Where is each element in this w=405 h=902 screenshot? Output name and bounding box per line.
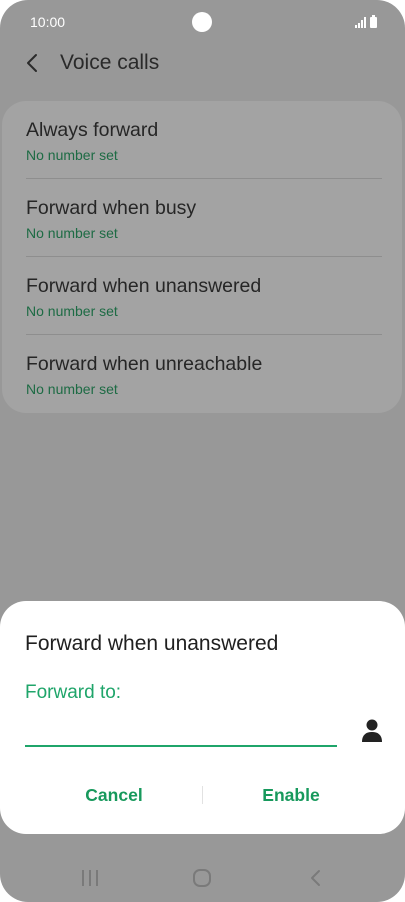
back-arrow-icon[interactable] — [22, 52, 44, 74]
option-forward-when-unreachable[interactable]: Forward when unreachable No number set — [26, 335, 382, 413]
enable-button[interactable]: Enable — [191, 779, 391, 811]
camera-cutout — [192, 12, 212, 32]
screen: 10:00 Voice calls Always forward No numb… — [0, 0, 405, 902]
option-forward-when-unanswered[interactable]: Forward when unanswered No number set — [26, 257, 382, 335]
option-always-forward[interactable]: Always forward No number set — [26, 101, 382, 179]
status-bar: 10:00 — [0, 0, 405, 44]
option-title: Forward when unanswered — [26, 275, 262, 297]
home-icon[interactable] — [192, 868, 212, 888]
option-title: Forward when busy — [26, 197, 197, 219]
option-title: Forward when unreachable — [26, 353, 263, 375]
dialog-title: Forward when unanswered — [25, 632, 279, 655]
cancel-button[interactable]: Cancel — [14, 779, 214, 811]
forward-number-input[interactable] — [25, 717, 337, 747]
option-subtitle: No number set — [26, 147, 118, 163]
option-title: Always forward — [26, 119, 159, 141]
forward-dialog: Forward when unanswered Forward to: Canc… — [0, 601, 405, 834]
navigation-bar — [0, 855, 405, 902]
option-subtitle: No number set — [26, 225, 118, 241]
option-forward-when-busy[interactable]: Forward when busy No number set — [26, 179, 382, 257]
option-subtitle: No number set — [26, 303, 118, 319]
forward-to-label: Forward to: — [25, 682, 122, 703]
battery-icon — [370, 15, 377, 28]
signal-icon — [355, 16, 366, 28]
page-title: Voice calls — [60, 51, 160, 74]
option-subtitle: No number set — [26, 381, 118, 397]
forward-options-card: Always forward No number set Forward whe… — [2, 101, 402, 413]
status-time: 10:00 — [30, 14, 66, 30]
recents-icon[interactable] — [80, 869, 100, 887]
app-header: Voice calls — [0, 44, 405, 84]
status-icons — [355, 14, 377, 28]
nav-back-icon[interactable] — [308, 868, 324, 888]
contact-person-icon[interactable] — [360, 718, 384, 744]
